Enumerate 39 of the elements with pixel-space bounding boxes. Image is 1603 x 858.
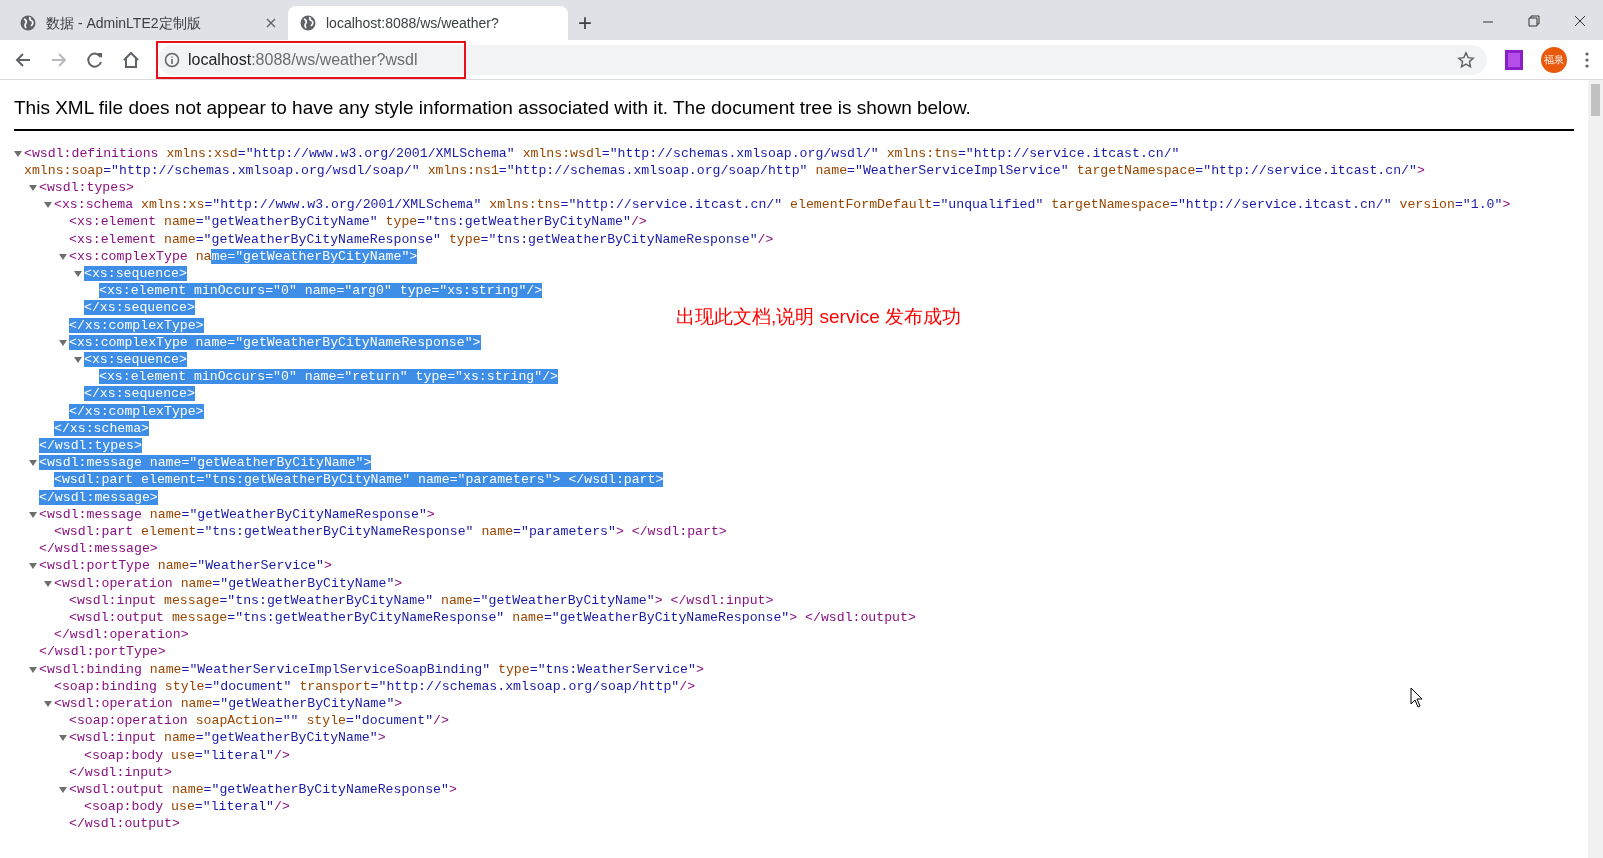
xml-line: <soap:body use="literal"/> [84,798,290,816]
xml-line: <xs:element minOccurs="0" name="arg0" type="xs:string"/> [99,282,543,300]
xml-line: <wsdl:part element="tns:getWeatherByCityName" name="parameters"> </wsdl:part> [54,471,664,489]
xml-line: <xs:schema xmlns:xs="http://www.w3.org/2001/XMLSchema" xmlns:tns="http://service.itcast.cn/" elementFormDefault="unqualified" targetNamespace="http://service.itcast.cn/" version="1.0"> [54,196,1511,214]
new-tab-button[interactable]: + [568,6,602,40]
info-message: This XML file does not appear to have any style information associated with it. The document tree is shown below. [14,96,972,120]
xml-line: <wsdl:output message="tns:getWeatherByCityNameResponse" name="getWeatherByCityNameResponse"> </wsdl:output> [69,609,916,627]
xml-line: <wsdl:part element="tns:getWeatherByCityNameResponse" name="parameters"> </wsdl:part> [54,522,727,541]
xml-line: <xs:element name="getWeatherByCityNameResponse" type="tns:getWeatherByCityNameResponse"/> [69,230,774,248]
xml-line: <wsdl:portType name="WeatherService"> [39,557,332,575]
xml-line: <wsdl:definitions xmlns:xsd="http://www.w3.org/2001/XMLSchema" xmlns:wsdl="http://schemas.xmlsoap.org/wsdl/" xmlns:tns="http://service.itcast.cn/" xmlns:soap="http://schemas.xmlsoap.org/wsdl/soap/" xmlns:ns1="http://schemas.xmlsoap.org/soap/http" name="WeatherServiceImplService" targetNamespace="http://service.itcast.cn/"> [24,144,1426,179]
xml-line: <xs:element minOccurs="0" name="return" type="xs:string"/> [99,368,558,386]
xml-line: </wsdl:output> [69,815,180,833]
xml-line: </wsdl:portType> [39,643,166,661]
xml-line: </wsdl:input> [69,763,172,781]
xml-line: </xs:sequence> [84,299,195,317]
profile-avatar[interactable]: 福泉 [1541,46,1567,73]
url-text[interactable]: localhost:8088/ws/weather?wsdl [188,47,418,72]
tab-title: localhost:8088/ws/weather? [326,13,500,33]
xml-line: <wsdl:message name="getWeatherByCityNameResponse"> [39,505,435,523]
xml-line: <wsdl:output name="getWeatherByCityNameResponse"> [69,781,457,799]
xml-line: <wsdl:input name="getWeatherByCityName"> [69,729,386,747]
xml-line: <wsdl:input message="tns:getWeatherByCityName" name="getWeatherByCityName"> </wsdl:input> [69,591,774,609]
xml-line: <wsdl:binding name="WeatherServiceImplServiceSoapBinding" type="tns:WeatherService"> [39,660,704,678]
browser-tab[interactable]: 数据 - AdminLTE2定制版 [8,6,288,40]
xml-line: <soap:binding style="document" transport="http://schemas.xmlsoap.org/soap/http"/> [54,677,696,695]
xml-line: <soap:operation soapAction="" style="document"/> [69,712,449,730]
xml-line: <soap:body use="literal"/> [84,746,290,764]
xml-line: <wsdl:types> [39,178,134,197]
xml-line: </wsdl:message> [39,540,158,558]
xml-line: </wsdl:operation> [54,626,189,644]
browser-tab[interactable]: localhost:8088/ws/weather? [288,6,568,40]
xml-line: <xs:element name="getWeatherByCityName" type="tns:getWeatherByCityName"/> [69,213,647,231]
xml-line: <wsdl:operation name="getWeatherByCityName"> [54,695,403,713]
tab-title: 数据 - AdminLTE2定制版 [46,13,202,33]
annotation-note: 出现此文档,说明 service 发布成功 [676,305,962,329]
xml-line: <wsdl:message name="getWeatherByCityName"> [39,454,372,472]
xml-line: </xs:sequence> [84,385,195,403]
xml-line: <wsdl:operation name="getWeatherByCityName"> [54,574,403,592]
